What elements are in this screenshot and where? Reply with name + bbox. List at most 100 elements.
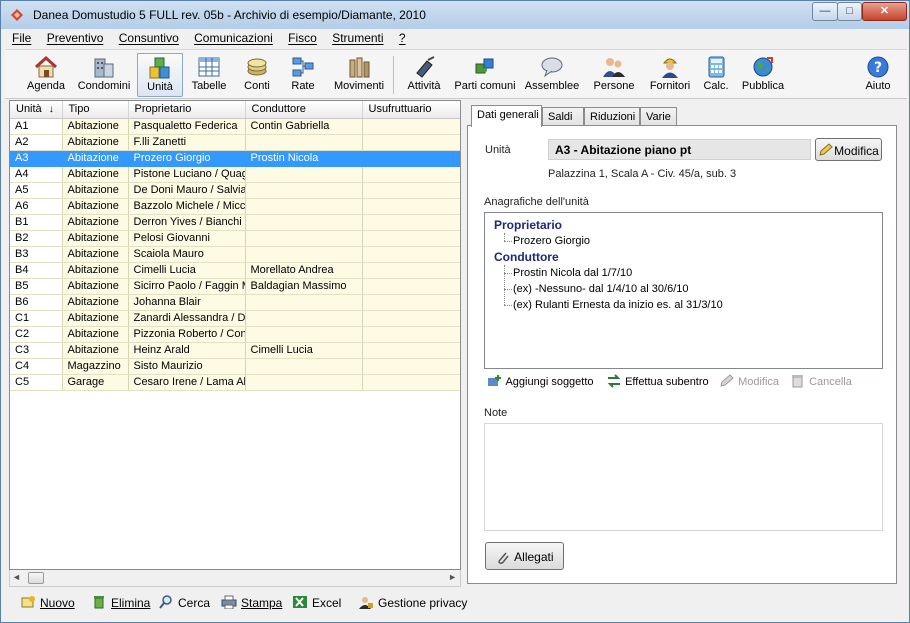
movimenti-button[interactable]: Movimenti	[331, 53, 387, 97]
table-row[interactable]: A5 Abitazione De Doni Mauro / Salvia	[10, 182, 460, 199]
table-cell[interactable]	[245, 358, 363, 375]
table-cell[interactable]	[245, 134, 363, 151]
scroll-thumb[interactable]	[28, 572, 44, 584]
table-cell[interactable]: C4	[10, 358, 63, 375]
condomini-button[interactable]: Condomini	[75, 53, 133, 97]
table-row[interactable]: C2 Abitazione Pizzonia Roberto / Con	[10, 326, 460, 343]
table-cell[interactable]: B5	[10, 278, 63, 295]
table-cell[interactable]	[362, 310, 460, 327]
table-cell[interactable]	[362, 358, 460, 375]
table-row[interactable]: A3 Abitazione Prozero Giorgio Prostin Nicol…	[10, 150, 460, 167]
table-cell[interactable]: Bazzolo Michele / Micc	[128, 198, 246, 215]
table-cell[interactable]: C5	[10, 374, 63, 391]
table-cell[interactable]	[362, 230, 460, 247]
table-cell[interactable]: Pistone Luciano / Quag	[128, 166, 246, 183]
table-cell[interactable]: A1	[10, 118, 63, 135]
table-cell[interactable]: A6	[10, 198, 63, 215]
table-cell[interactable]	[362, 198, 460, 215]
menu-preventivo[interactable]: Preventivo	[40, 30, 109, 45]
col-header-conduttore[interactable]: Conduttore	[245, 101, 363, 119]
table-cell[interactable]: Prostin Nicola	[245, 150, 363, 167]
table-row[interactable]: C1 Abitazione Zanardi Alessandra / D	[10, 310, 460, 327]
table-cell[interactable]: C3	[10, 342, 63, 359]
table-cell[interactable]: B6	[10, 294, 63, 311]
table-cell[interactable]: Abitazione	[62, 214, 129, 231]
table-cell[interactable]: Contin Gabriella	[245, 118, 363, 135]
tree-item-conduttore[interactable]: (ex) -Nessuno- dal 1/4/10 al 30/6/10	[513, 283, 689, 295]
table-cell[interactable]	[362, 278, 460, 295]
table-cell[interactable]: Abitazione	[62, 294, 129, 311]
modifica-soggetto-button[interactable]: Modifica	[719, 374, 779, 388]
table-cell[interactable]: C1	[10, 310, 63, 327]
units-grid[interactable]: Unità ↓ Tipo Proprietario Conduttore Usu…	[9, 100, 461, 570]
persone-button[interactable]: Persone	[589, 53, 639, 97]
menu-fisco[interactable]: Fisco	[281, 30, 322, 45]
table-row[interactable]: C3 Abitazione Heinz Arald Cimelli Lucia	[10, 342, 460, 359]
table-cell[interactable]: Abitazione	[62, 230, 129, 247]
aiuto-button[interactable]: ? Aiuto	[857, 53, 899, 97]
tree-item-proprietario[interactable]: Prozero Giorgio	[513, 235, 590, 247]
table-cell[interactable]: Abitazione	[62, 310, 129, 327]
table-cell[interactable]: B2	[10, 230, 63, 247]
table-cell[interactable]	[362, 134, 460, 151]
table-cell[interactable]: B1	[10, 214, 63, 231]
table-cell[interactable]: Zanardi Alessandra / D	[128, 310, 246, 327]
table-row[interactable]: B5 Abitazione Sicirro Paolo / Faggin M Bald…	[10, 278, 460, 295]
table-cell[interactable]	[362, 326, 460, 343]
nuovo-button[interactable]: Nuovo	[20, 595, 75, 610]
table-cell[interactable]: Pasqualetto Federica	[128, 118, 246, 135]
table-cell[interactable]: A3	[10, 150, 63, 167]
table-cell[interactable]: Magazzino	[62, 358, 129, 375]
cerca-button[interactable]: Cerca	[158, 595, 210, 610]
minimize-button[interactable]: —	[812, 2, 838, 21]
table-row[interactable]: B6 Abitazione Johanna Blair	[10, 294, 460, 311]
table-cell[interactable]	[245, 230, 363, 247]
table-cell[interactable]	[362, 374, 460, 391]
col-header-tipo[interactable]: Tipo	[62, 101, 129, 119]
agenda-button[interactable]: Agenda	[23, 53, 69, 97]
table-cell[interactable]	[362, 262, 460, 279]
table-cell[interactable]: Pelosi Giovanni	[128, 230, 246, 247]
menu-help[interactable]: ?	[392, 30, 411, 45]
menu-comunicazioni[interactable]: Comunicazioni	[187, 30, 278, 45]
table-cell[interactable]: Abitazione	[62, 150, 129, 167]
table-cell[interactable]: B3	[10, 246, 63, 263]
table-cell[interactable]: A5	[10, 182, 63, 199]
table-cell[interactable]: Johanna Blair	[128, 294, 246, 311]
col-header-unita[interactable]: Unità ↓	[10, 101, 63, 119]
table-cell[interactable]: Cimelli Lucia	[128, 262, 246, 279]
table-cell[interactable]: Baldagian Massimo	[245, 278, 363, 295]
col-header-usufruttuario[interactable]: Usufruttuario	[362, 101, 460, 119]
tabelle-button[interactable]: Tabelle	[187, 53, 231, 97]
maximize-button[interactable]: □	[837, 2, 862, 21]
table-cell[interactable]	[362, 150, 460, 167]
table-cell[interactable]: A2	[10, 134, 63, 151]
table-cell[interactable]: B4	[10, 262, 63, 279]
menu-consuntivo[interactable]: Consuntivo	[112, 30, 184, 45]
table-cell[interactable]: Abitazione	[62, 342, 129, 359]
tree-item-conduttore[interactable]: (ex) Rulanti Ernesta da inizio es. al 31…	[513, 299, 723, 311]
table-cell[interactable]: A4	[10, 166, 63, 183]
menu-file[interactable]: File	[5, 30, 36, 45]
elimina-button[interactable]: Elimina	[91, 595, 150, 610]
table-cell[interactable]: Abitazione	[62, 262, 129, 279]
table-cell[interactable]: Heinz Arald	[128, 342, 246, 359]
tab-riduzioni[interactable]: Riduzioni	[584, 107, 640, 126]
modifica-unita-button[interactable]: Modifica	[815, 138, 882, 161]
gestione-privacy-button[interactable]: Gestione privacy	[358, 595, 467, 610]
table-cell[interactable]: Scaiola Mauro	[128, 246, 246, 263]
table-cell[interactable]: Abitazione	[62, 166, 129, 183]
unita-button[interactable]: Unità	[137, 53, 183, 97]
parti-comuni-button[interactable]: Parti comuni	[453, 53, 517, 97]
table-cell[interactable]	[362, 294, 460, 311]
horizontal-scrollbar[interactable]: ◄ ►	[9, 570, 461, 587]
table-cell[interactable]	[245, 374, 363, 391]
col-header-proprietario[interactable]: Proprietario	[128, 101, 246, 119]
table-cell[interactable]: F.lli Zanetti	[128, 134, 246, 151]
table-row[interactable]: B2 Abitazione Pelosi Giovanni	[10, 230, 460, 247]
pubblica-button[interactable]: Pubblica	[739, 53, 787, 97]
tab-saldi[interactable]: Saldi	[542, 107, 584, 126]
table-cell[interactable]	[362, 118, 460, 135]
table-cell[interactable]: Cesaro Irene / Lama Ali	[128, 374, 246, 391]
attivita-button[interactable]: Attività	[403, 53, 445, 97]
